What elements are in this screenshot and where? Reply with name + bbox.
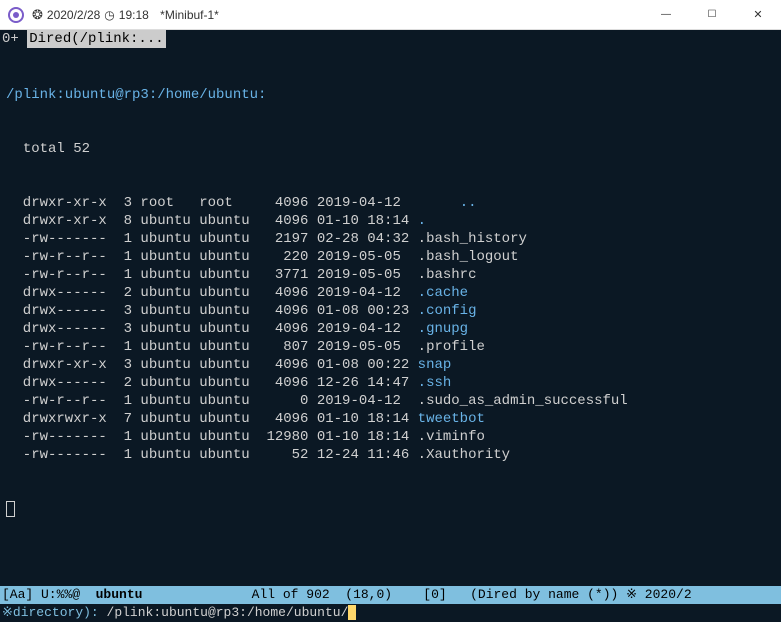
at-icon: ❂ (32, 7, 43, 23)
dired-filename[interactable]: .cache (418, 285, 468, 301)
dired-total: total 52 (6, 140, 775, 158)
dired-row[interactable]: drwxr-xr-x 3 ubuntu ubuntu 4096 01-08 00… (6, 356, 775, 374)
dired-row[interactable]: -rw------- 1 ubuntu ubuntu 2197 02-28 04… (6, 230, 775, 248)
dired-filename[interactable]: .gnupg (418, 321, 468, 337)
dired-row[interactable]: drwx------ 3 ubuntu ubuntu 4096 2019-04-… (6, 320, 775, 338)
dired-filename[interactable]: .bash_history (418, 231, 527, 247)
tab-active[interactable]: Dired(/plink:... (27, 30, 165, 48)
dired-filename[interactable]: .bashrc (418, 267, 477, 283)
dired-buffer[interactable]: /plink:ubuntu@rp3:/home/ubuntu: total 52… (0, 48, 781, 586)
dired-filename[interactable]: .viminfo (418, 429, 485, 445)
dired-filename[interactable]: .sudo_as_admin_successful (418, 393, 628, 409)
dired-filename[interactable]: tweetbot (418, 411, 485, 427)
titlebar-time: 19:18 (119, 8, 149, 22)
dired-row[interactable]: -rw-r--r-- 1 ubuntu ubuntu 220 2019-05-0… (6, 248, 775, 266)
clock-icon: ◷ (104, 8, 114, 22)
minibuf-prefix: ※ (2, 605, 13, 620)
dired-row[interactable]: drwx------ 2 ubuntu ubuntu 4096 12-26 14… (6, 374, 775, 392)
dired-row[interactable]: -rw------- 1 ubuntu ubuntu 12980 01-10 1… (6, 428, 775, 446)
dired-row[interactable]: drwxrwxr-x 7 ubuntu ubuntu 4096 01-10 18… (6, 410, 775, 428)
dired-row[interactable]: -rw-r--r-- 1 ubuntu ubuntu 807 2019-05-0… (6, 338, 775, 356)
minibuf-prompt: directory): (13, 605, 107, 620)
dired-filename[interactable]: .config (418, 303, 477, 319)
dired-filename[interactable]: .bash_logout (418, 249, 519, 265)
titlebar-date: 2020/2/28 (47, 8, 100, 22)
dired-filename[interactable]: .. (460, 195, 477, 211)
minibuf-cursor (348, 605, 356, 620)
titlebar-text: ❂ 2020/2/28 ◷ 19:18 *Minibuf-1* (32, 7, 219, 23)
dired-filename[interactable]: .profile (418, 339, 485, 355)
modeline-position: All of 902 (18,0) [0] (Dired by name (*)… (252, 587, 692, 602)
dired-row[interactable]: -rw-r--r-- 1 ubuntu ubuntu 3771 2019-05-… (6, 266, 775, 284)
dired-row[interactable]: drwx------ 3 ubuntu ubuntu 4096 01-08 00… (6, 302, 775, 320)
minibuffer[interactable]: ※directory): /plink:ubuntu@rp3:/home/ubu… (0, 604, 781, 622)
minimize-button[interactable] (643, 0, 689, 29)
minibuf-input[interactable]: /plink:ubuntu@rp3:/home/ubuntu/ (107, 605, 349, 620)
window-controls (643, 0, 781, 29)
dired-row[interactable]: drwxr-xr-x 8 ubuntu ubuntu 4096 01-10 18… (6, 212, 775, 230)
dired-row[interactable]: -rw------- 1 ubuntu ubuntu 52 12-24 11:4… (6, 446, 775, 464)
tab-prefix: 0+ (2, 31, 19, 47)
cursor-line (6, 500, 775, 518)
emacs-icon (8, 7, 24, 23)
modeline-buffer: ubuntu (96, 587, 143, 602)
dired-filename[interactable]: . (418, 213, 426, 229)
titlebar-buffer: *Minibuf-1* (160, 8, 219, 22)
dired-filename[interactable]: snap (418, 357, 452, 373)
dired-filename[interactable]: .ssh (418, 375, 452, 391)
tab-line: 0+ Dired(/plink:... (0, 30, 781, 48)
close-button[interactable] (735, 0, 781, 29)
dired-filename[interactable]: .Xauthority (418, 447, 510, 463)
mode-line[interactable]: [Aa] U:%%@ ubuntu All of 902 (18,0) [0] … (0, 586, 781, 604)
dired-path: /plink:ubuntu@rp3:/home/ubuntu: (6, 86, 775, 104)
dired-row[interactable]: drwx------ 2 ubuntu ubuntu 4096 2019-04-… (6, 284, 775, 302)
dired-row[interactable]: -rw-r--r-- 1 ubuntu ubuntu 0 2019-04-12 … (6, 392, 775, 410)
window-titlebar[interactable]: ❂ 2020/2/28 ◷ 19:18 *Minibuf-1* (0, 0, 781, 30)
modeline-left: [Aa] U:%%@ (2, 587, 96, 602)
maximize-button[interactable] (689, 0, 735, 29)
cursor-box (6, 501, 15, 517)
dired-row[interactable]: drwxr-xr-x 3 root root 4096 2019-04-12 .… (6, 194, 775, 212)
